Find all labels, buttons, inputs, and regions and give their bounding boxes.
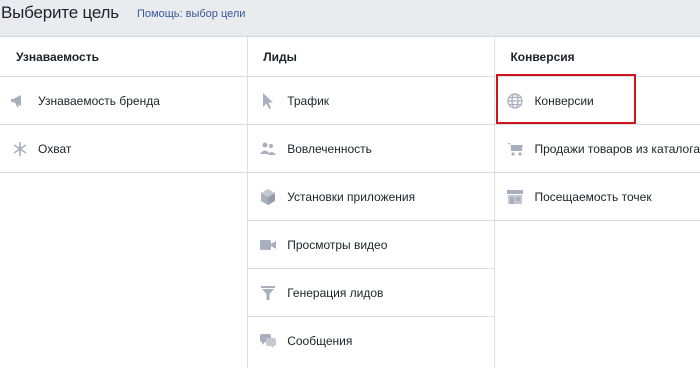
objective-engagement[interactable]: Вовлеченность [248,125,495,173]
objective-label: Трафик [287,93,330,108]
objective-label: Конверсии [534,93,594,108]
objective-label: Продажи товаров из каталога [534,141,700,156]
objective-lead-generation[interactable]: Генерация лидов [248,269,495,317]
store-icon [505,187,525,207]
video-camera-icon [258,235,278,255]
objective-label: Генерация лидов [287,285,384,300]
objective-catalog-sales[interactable]: Продажи товаров из каталога [495,125,700,173]
objective-label: Узнаваемость бренда [38,93,160,108]
objective-panel: Узнаваемость Узнаваемость бренда Охват Л… [0,36,700,368]
column-conversion: Конверсия Конверсии Продажи товаров из к… [495,37,700,368]
column-heading-conversion: Конверсия [495,37,700,77]
funnel-icon [258,283,278,303]
objective-brand-awareness[interactable]: Узнаваемость бренда [0,77,248,125]
objective-video-views[interactable]: Просмотры видео [248,221,495,269]
people-icon [258,139,278,159]
objective-label: Установки приложения [287,189,416,204]
page-title: Выберите цель [1,3,119,22]
column-leads: Лиды Трафик Вовлеченность Установки прил… [248,37,496,368]
objective-label: Охват [38,141,72,156]
objective-traffic[interactable]: Трафик [248,77,495,125]
objective-reach[interactable]: Охват [0,125,248,173]
column-heading-leads: Лиды [248,37,495,77]
objective-label: Просмотры видео [287,237,388,252]
objective-conversions[interactable]: Конверсии [495,77,700,125]
objective-label: Посещаемость точек [534,189,652,204]
objective-label: Вовлеченность [287,141,372,156]
column-heading-awareness: Узнаваемость [0,37,248,77]
header: Выберите цель Помощь: выбор цели [0,0,700,36]
column-awareness: Узнаваемость Узнаваемость бренда Охват [0,37,249,368]
box-icon [258,187,278,207]
chat-bubbles-icon [258,331,278,351]
objective-messages[interactable]: Сообщения [248,317,494,365]
objective-app-installs[interactable]: Установки приложения [248,173,495,221]
objective-store-visits[interactable]: Посещаемость точек [495,173,700,221]
megaphone-icon [10,91,30,111]
help-link[interactable]: Помощь: выбор цели [137,8,245,20]
snowflake-icon [10,139,30,159]
objective-label: Сообщения [287,334,353,348]
cursor-icon [258,91,278,111]
cart-icon [505,139,525,159]
globe-icon [505,91,525,111]
